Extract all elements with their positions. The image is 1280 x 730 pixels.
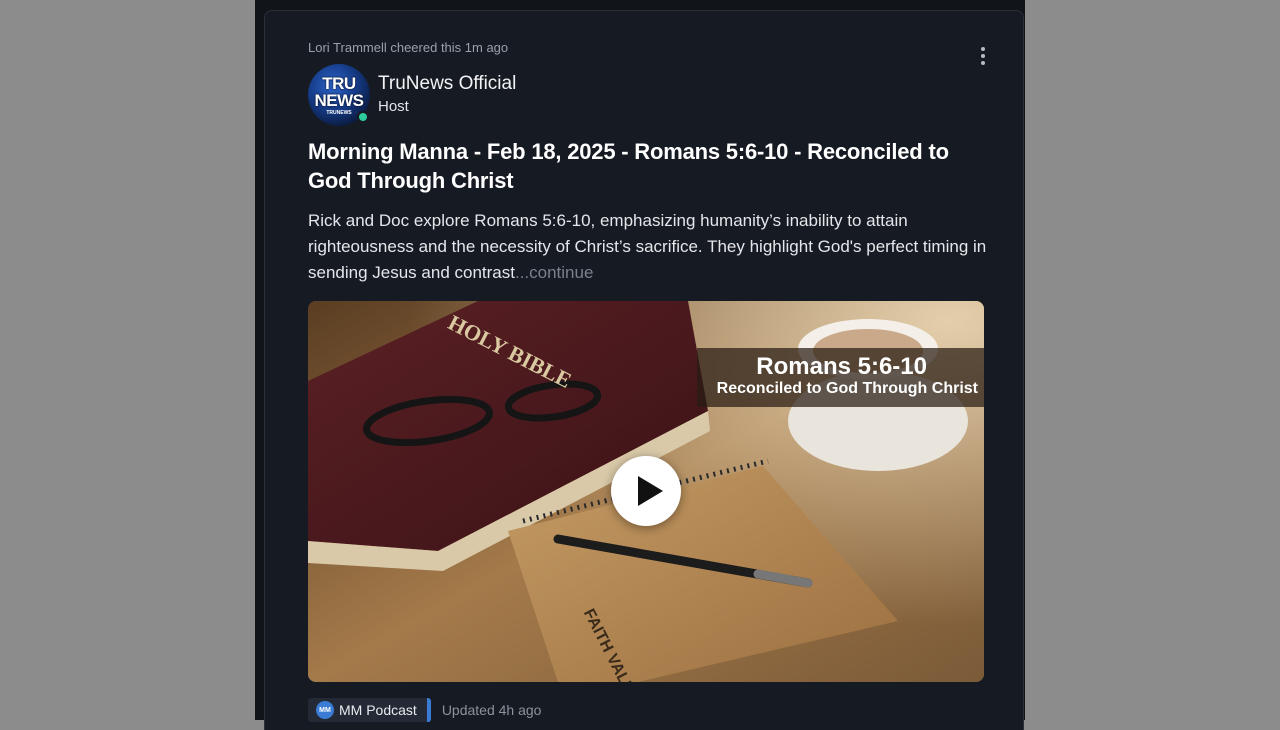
podcast-logo-icon: MM <box>316 701 334 719</box>
play-button[interactable] <box>611 456 681 526</box>
updated-timestamp: Updated 4h ago <box>441 702 542 718</box>
feed-column: Lori Trammell cheered this 1m ago TRU NE… <box>255 0 1025 730</box>
post-title[interactable]: Morning Manna - Feb 18, 2025 - Romans 5:… <box>308 137 988 195</box>
avatar-logo-text: TRU NEWS <box>314 74 365 110</box>
podcast-badge-label: MM Podcast <box>339 702 417 718</box>
podcast-badge[interactable]: MM MM Podcast <box>308 698 431 722</box>
post-card: Lori Trammell cheered this 1m ago TRU NE… <box>264 10 1024 730</box>
play-icon <box>638 476 663 506</box>
video-thumbnail[interactable]: HOLY BIBLE FAITH VALUES Romans 5:6-10 Re… <box>308 301 984 682</box>
continue-link[interactable]: ...continue <box>515 263 593 282</box>
more-options-icon[interactable] <box>973 44 993 68</box>
overlay-subtitle: Reconciled to God Through Christ <box>716 380 978 397</box>
overlay-title: Romans 5:6-10 <box>756 353 927 380</box>
post-excerpt-text: Rick and Doc explore Romans 5:6-10, emph… <box>308 211 987 282</box>
activity-line: Lori Trammell cheered this 1m ago <box>308 40 509 55</box>
online-status-indicator <box>357 111 369 123</box>
author-role: Host <box>378 98 409 115</box>
post-excerpt: Rick and Doc explore Romans 5:6-10, emph… <box>308 208 998 286</box>
author-name[interactable]: TruNews Official <box>378 73 516 95</box>
post-footer: MM MM Podcast Updated 4h ago <box>308 698 542 722</box>
